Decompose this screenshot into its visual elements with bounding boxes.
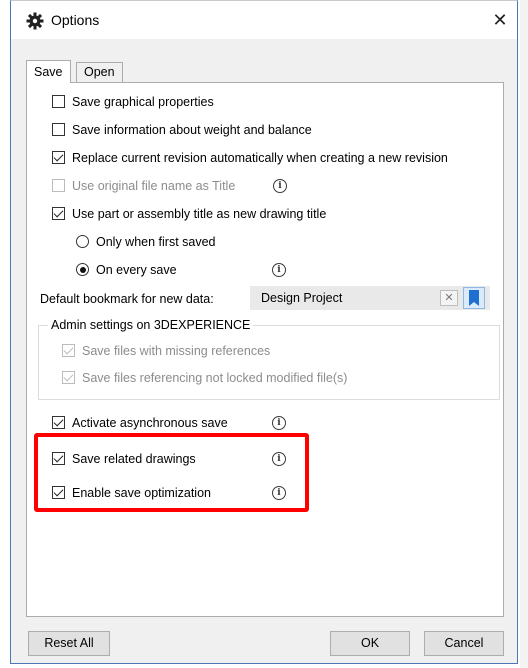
option-label: Use original file name as Title bbox=[72, 179, 236, 193]
info-icon[interactable]: i bbox=[273, 179, 287, 193]
checkbox[interactable] bbox=[52, 207, 65, 220]
bookmark-field[interactable]: Design Project ✕ bbox=[250, 286, 490, 310]
bookmark-label: Default bookmark for new data: bbox=[40, 292, 214, 306]
close-icon: ✕ bbox=[492, 10, 508, 30]
option-label: Use part or assembly title as new drawin… bbox=[72, 207, 327, 221]
bookmark-icon bbox=[469, 290, 479, 306]
info-icon[interactable]: i bbox=[272, 263, 286, 277]
tab-open[interactable]: Open bbox=[76, 62, 123, 82]
option-label: Activate asynchronous save bbox=[72, 416, 228, 430]
highlight-box bbox=[34, 433, 309, 512]
background-window-edge bbox=[520, 0, 528, 668]
admin-group-title: Admin settings on 3DEXPERIENCE bbox=[48, 318, 254, 332]
dialog-title: Options bbox=[51, 12, 100, 28]
option-label: Save graphical properties bbox=[72, 95, 214, 109]
ok-button[interactable]: OK bbox=[330, 631, 410, 656]
option-label: Save information about weight and balanc… bbox=[72, 123, 312, 137]
option-label: Replace current revision automatically w… bbox=[72, 151, 448, 165]
option-label: Save files referencing not locked modifi… bbox=[82, 371, 348, 385]
checkbox bbox=[52, 179, 65, 192]
radio-button[interactable] bbox=[76, 263, 89, 276]
bookmark-picker-button[interactable] bbox=[463, 287, 485, 309]
option-label: Only when first saved bbox=[96, 235, 216, 249]
option-label: Save files with missing references bbox=[82, 344, 271, 358]
reset-all-button[interactable]: Reset All bbox=[28, 631, 110, 656]
radio-button[interactable] bbox=[76, 235, 89, 248]
checkbox bbox=[62, 344, 75, 357]
title-bar: Options ✕ bbox=[11, 1, 517, 39]
close-button[interactable]: ✕ bbox=[487, 7, 513, 33]
tab-save[interactable]: Save bbox=[26, 60, 71, 83]
checkbox bbox=[62, 371, 75, 384]
option-label: On every save bbox=[96, 263, 177, 277]
info-icon[interactable]: i bbox=[272, 416, 286, 430]
checkbox[interactable] bbox=[52, 123, 65, 136]
gear-icon bbox=[26, 12, 44, 30]
cancel-button[interactable]: Cancel bbox=[424, 631, 504, 656]
clear-bookmark-button[interactable]: ✕ bbox=[440, 290, 458, 306]
checkbox[interactable] bbox=[52, 416, 65, 429]
bookmark-value: Design Project bbox=[261, 291, 343, 305]
checkbox[interactable] bbox=[52, 95, 65, 108]
admin-settings-group bbox=[38, 325, 500, 400]
checkbox[interactable] bbox=[52, 151, 65, 164]
